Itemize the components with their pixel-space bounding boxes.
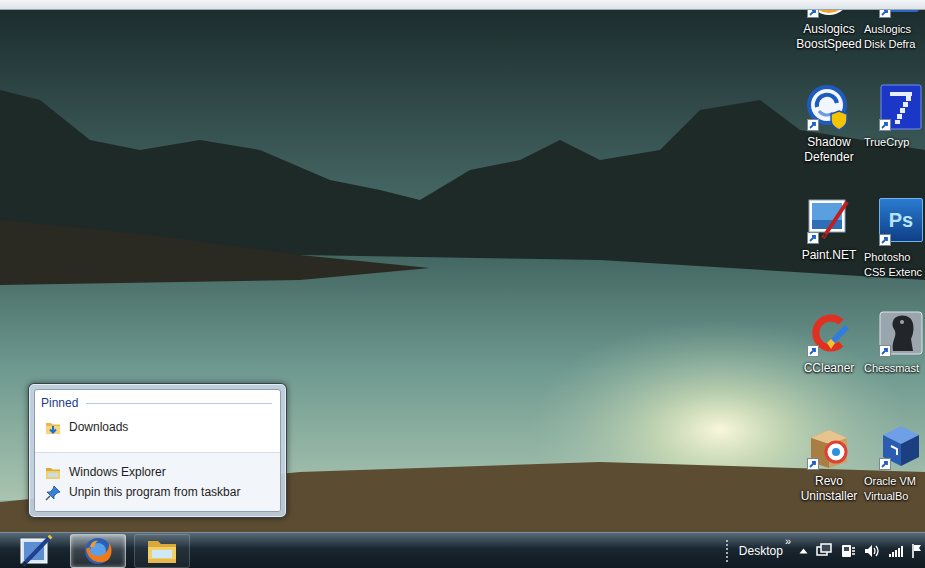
shortcut-image bbox=[805, 83, 853, 131]
shortcut-image: Ps bbox=[877, 198, 925, 246]
item-label: Downloads bbox=[69, 419, 128, 435]
shortcut-label: Photosho bbox=[864, 250, 925, 265]
jump-list-item[interactable]: Downloads bbox=[35, 417, 280, 437]
start-button[interactable] bbox=[8, 534, 62, 568]
shortcut-label: Auslogics bbox=[794, 22, 864, 37]
task-label: Windows Explorer bbox=[69, 464, 166, 480]
section-rule bbox=[86, 403, 272, 404]
shortcut-label: Revo bbox=[794, 474, 864, 489]
toolbar-more-button[interactable]: » bbox=[785, 536, 791, 547]
shortcut-arrow-icon bbox=[879, 458, 891, 470]
shortcut-image bbox=[805, 309, 853, 357]
taskbar-button[interactable] bbox=[70, 534, 126, 568]
shortcut-image bbox=[805, 196, 853, 244]
notification-area: Desktop» bbox=[725, 533, 925, 568]
shortcut-label: Defender bbox=[794, 150, 864, 165]
shortcut-label: Paint.NET bbox=[794, 248, 864, 263]
shortcut-arrow-icon bbox=[807, 232, 819, 244]
section-header: Pinned bbox=[35, 396, 280, 410]
toolbar-label[interactable]: Desktop bbox=[737, 543, 785, 559]
task-label: Unpin this program from taskbar bbox=[69, 484, 240, 500]
shortcut-label: TrueCryp bbox=[864, 135, 925, 150]
desktop-shortcut[interactable]: Oracle VMVirtualBo bbox=[864, 422, 925, 504]
shortcut-image bbox=[877, 83, 925, 131]
windows-icon[interactable] bbox=[816, 543, 832, 559]
jump-list-body: Pinned Downloads Windows Explorer Unpin thi… bbox=[34, 389, 281, 512]
shortcut-label: Chessmast bbox=[864, 361, 925, 376]
taskbar: Desktop» bbox=[0, 532, 925, 568]
section-title: Pinned bbox=[41, 396, 78, 410]
desktop-shortcut[interactable]: AuslogicsDisk Defra bbox=[864, 10, 925, 52]
desktop-shortcut[interactable]: Ps PhotoshoCS5 Extenc bbox=[864, 196, 925, 280]
desktop-shortcut[interactable]: RevoUninstaller bbox=[794, 422, 864, 504]
shortcut-label: VirtualBo bbox=[864, 489, 925, 504]
tasks-section: Windows Explorer Unpin this program from … bbox=[35, 452, 280, 511]
action-center-flag-icon[interactable] bbox=[912, 543, 922, 559]
shortcut-image bbox=[877, 422, 925, 470]
jump-list-task[interactable]: Unpin this program from taskbar bbox=[35, 482, 280, 502]
window-edge bbox=[0, 0, 925, 10]
show-hidden-icons-icon[interactable] bbox=[799, 547, 808, 555]
explorer-icon bbox=[146, 537, 178, 565]
shortcut-label: CS5 Extenc bbox=[864, 265, 925, 280]
shortcut-label: CCleaner bbox=[794, 361, 864, 376]
device-icon[interactable] bbox=[840, 543, 856, 559]
desktop-toolbar[interactable]: Desktop» bbox=[737, 533, 791, 568]
shortcut-arrow-icon bbox=[879, 345, 891, 357]
shortcut-arrow-icon bbox=[807, 10, 819, 18]
shortcut-label: Disk Defra bbox=[864, 37, 925, 52]
toolbar-grip[interactable] bbox=[725, 539, 729, 563]
shortcut-arrow-icon bbox=[807, 345, 819, 357]
shortcut-arrow-icon bbox=[879, 10, 891, 18]
network-icon[interactable] bbox=[888, 543, 904, 559]
shortcut-label: Auslogics bbox=[864, 22, 925, 37]
desktop[interactable]: AuslogicsBoostSpeedAuslogicsDisk DefraSh… bbox=[0, 10, 925, 532]
desktop-shortcut[interactable]: AuslogicsBoostSpeed bbox=[794, 10, 864, 52]
unpin-icon bbox=[45, 484, 61, 500]
pinned-section: Pinned Downloads bbox=[35, 390, 280, 452]
desktop-shortcut[interactable]: ShadowDefender bbox=[794, 83, 864, 165]
shortcut-label: BoostSpeed bbox=[794, 37, 864, 52]
taskbar-button[interactable] bbox=[134, 534, 190, 568]
firefox-icon bbox=[83, 536, 113, 566]
shortcut-image bbox=[805, 10, 853, 18]
desktop-shortcut[interactable]: Paint.NET bbox=[794, 196, 864, 263]
shortcut-image bbox=[805, 422, 853, 470]
desktop-screen: AuslogicsBoostSpeedAuslogicsDisk DefraSh… bbox=[0, 0, 925, 568]
shortcut-image bbox=[877, 10, 925, 18]
shortcut-label: Oracle VM bbox=[864, 474, 925, 489]
download-folder-icon bbox=[45, 419, 61, 435]
shortcut-arrow-icon bbox=[879, 234, 891, 246]
shortcut-arrow-icon bbox=[807, 458, 819, 470]
desktop-shortcut[interactable]: CCleaner bbox=[794, 309, 864, 376]
shortcut-arrow-icon bbox=[807, 119, 819, 131]
shortcut-label: Shadow bbox=[794, 135, 864, 150]
desktop-shortcut[interactable]: TrueCryp bbox=[864, 83, 925, 150]
jump-list-task[interactable]: Windows Explorer bbox=[35, 462, 280, 482]
pen-icon bbox=[17, 535, 53, 567]
shortcut-arrow-icon bbox=[879, 119, 891, 131]
jump-list: Pinned Downloads Windows Explorer Unpin thi… bbox=[28, 383, 287, 518]
shortcut-label: Uninstaller bbox=[794, 489, 864, 504]
shortcut-image bbox=[877, 309, 925, 357]
explorer-folder-icon bbox=[45, 464, 61, 480]
desktop-shortcut[interactable]: Chessmast bbox=[864, 309, 925, 376]
volume-icon[interactable] bbox=[864, 543, 880, 559]
